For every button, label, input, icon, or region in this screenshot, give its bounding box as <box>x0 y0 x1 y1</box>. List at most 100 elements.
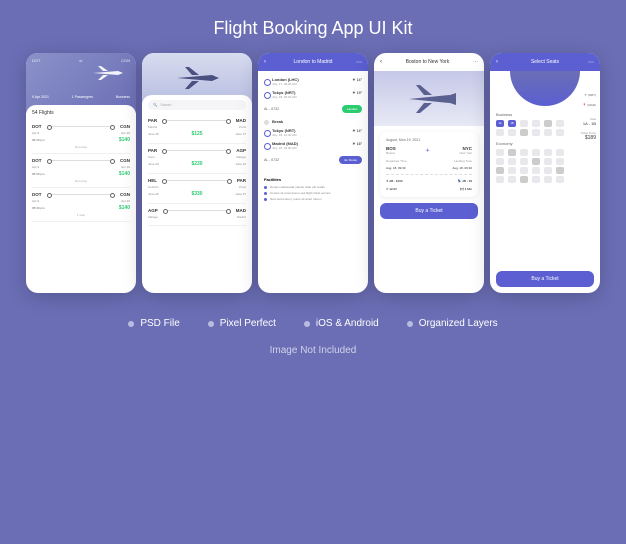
meal-badge: 🍽 4 Min <box>460 187 472 191</box>
search-input[interactable]: 🔍 Search <box>148 100 246 110</box>
seat[interactable] <box>556 129 564 136</box>
seat[interactable] <box>520 167 528 174</box>
weather-icon: ☀ <box>352 128 356 133</box>
seat[interactable] <box>556 176 564 183</box>
header: ‹ London to Madrid ⋯ <box>258 53 368 71</box>
seat[interactable] <box>532 167 540 174</box>
from-code: DOT <box>32 58 40 63</box>
results-count: 54 Flights <box>32 110 130 120</box>
facilities-heading: Facilities <box>264 177 362 182</box>
flight-card[interactable]: PARAGP ParisMálaga June 23$230June 23 <box>148 144 246 174</box>
business-label: Business <box>496 112 566 117</box>
back-icon[interactable]: ‹ <box>264 59 266 65</box>
flight-number: AL - 6732 <box>264 158 279 162</box>
facility-item: Donec malesuada mauris vitae elit mattis <box>264 185 362 189</box>
seat[interactable] <box>508 149 516 156</box>
date-label: 9 Apr 2021 <box>32 95 49 99</box>
seat[interactable] <box>556 167 564 174</box>
seat[interactable] <box>544 129 552 136</box>
seat[interactable] <box>556 120 564 127</box>
plane-icon: ✈ <box>585 93 588 97</box>
feature-item: Organized Layers <box>407 318 498 329</box>
seat[interactable] <box>520 149 528 156</box>
seat[interactable] <box>520 129 528 136</box>
seat[interactable] <box>508 176 516 183</box>
pin-icon: 📍 <box>583 103 587 107</box>
search-icon: 🔍 <box>153 103 157 107</box>
ticket-card: August, Mon 19, 2021 BOS Boston ✈ NYC Ne… <box>380 132 478 197</box>
seat[interactable] <box>532 158 540 165</box>
seat[interactable] <box>520 176 528 183</box>
seat[interactable] <box>496 167 504 174</box>
back-icon[interactable]: ‹ <box>380 59 382 65</box>
disclaimer: Image Not Included <box>0 341 626 356</box>
airplane-icon <box>88 63 128 83</box>
facility-item: Nam fermentum, purus sit amet rutrum <box>264 197 362 201</box>
screen-ticket-detail: ‹ Boston to New York ⋯ August, Mon 19, 2… <box>374 53 484 293</box>
seat[interactable] <box>544 167 552 174</box>
timeline-stop: London (LHC) July, 17. 08:30 AM ☀ 14° <box>264 77 362 86</box>
screen-flight-status: ‹ London to Madrid ⋯ London (LHC) July, … <box>258 53 368 293</box>
route-title: London to Madrid <box>294 59 333 65</box>
more-icon[interactable]: ⋯ <box>588 59 594 66</box>
seat[interactable]: 1A <box>496 120 504 127</box>
flight-card[interactable]: DOTCGN Apr 9Apr 10 05:30 pm$140 Non-stop <box>32 120 130 154</box>
screens-container: DOT ⇄ CGN 9 Apr 2021 1 Passengers Busine… <box>0 53 626 293</box>
seat[interactable] <box>520 158 528 165</box>
airplane-icon <box>167 63 227 93</box>
seat-grid-business: 1A 1B <box>496 120 566 136</box>
break-label: Break <box>264 115 362 128</box>
seat[interactable]: 1B <box>508 120 516 127</box>
more-icon[interactable]: ⋯ <box>473 59 478 65</box>
seat[interactable] <box>532 176 540 183</box>
passengers-label: 1 Passengers <box>72 95 93 99</box>
buy-ticket-button[interactable]: Buy a Ticket <box>496 271 594 287</box>
class-label: Business <box>116 95 130 99</box>
feature-item: Pixel Perfect <box>208 318 276 329</box>
seat[interactable] <box>496 129 504 136</box>
flight-card[interactable]: PARMAD MadridParis June 15$125June 17 <box>148 114 246 144</box>
date-label: August, Mon 19, 2021 <box>386 138 472 142</box>
seat[interactable] <box>556 158 564 165</box>
flight-card[interactable]: DOTCGN Apr 9Apr 10 05:30 pm$140 Non-stop <box>32 154 130 188</box>
seat[interactable] <box>556 149 564 156</box>
seat-side-panel: ✈ (NRT) 📍 (MAD) Seat 1A - 1B Ticket Pric… <box>568 93 596 141</box>
flight-badge: ✈ AB - 1003 <box>386 179 403 183</box>
seat[interactable] <box>496 176 504 183</box>
seat[interactable] <box>544 176 552 183</box>
seat[interactable] <box>532 149 540 156</box>
seat[interactable] <box>544 149 552 156</box>
facility-item: Cursus sit amet ipsum sed flight ticket … <box>264 191 362 195</box>
buy-ticket-button[interactable]: Buy a Ticket <box>380 203 478 219</box>
header: ‹ Select Seats ⋯ <box>490 53 600 71</box>
weather-icon: ☀ <box>352 141 356 146</box>
seat[interactable] <box>508 158 516 165</box>
more-icon[interactable]: ⋯ <box>356 59 362 66</box>
feature-item: PSD File <box>128 318 179 329</box>
seat[interactable] <box>508 167 516 174</box>
economy-label: Economy <box>496 141 566 146</box>
duration-badge: ⏱ 12:03 <box>386 187 397 191</box>
flight-card[interactable]: AGPMAD MálagaMadrid <box>148 204 246 226</box>
feature-item: iOS & Android <box>304 318 379 329</box>
flight-card[interactable]: HELPAR HelsinkiParis June 25$330June 27 <box>148 174 246 204</box>
back-icon[interactable]: ‹ <box>496 59 498 65</box>
seat[interactable] <box>544 120 552 127</box>
seat-badge: 💺 2B - 39 <box>458 179 472 183</box>
status-pill: En Route <box>339 156 362 164</box>
flight-number: AL - 6732 <box>264 107 279 111</box>
screen-flight-list: DOT ⇄ CGN 9 Apr 2021 1 Passengers Busine… <box>26 53 136 293</box>
seat[interactable] <box>496 158 504 165</box>
seat[interactable] <box>520 120 528 127</box>
weather-icon: ☀ <box>352 77 356 82</box>
seat[interactable] <box>544 158 552 165</box>
screen-search-results: 🔍 Search PARMAD MadridParis June 15$125J… <box>142 53 252 293</box>
seat[interactable] <box>508 129 516 136</box>
timeline-stop: Tokyo (NRT) July, 18. 10:30 AM ☀ 14° <box>264 128 362 137</box>
seat[interactable] <box>532 120 540 127</box>
seat[interactable] <box>496 149 504 156</box>
features-list: PSD File Pixel Perfect iOS & Android Org… <box>0 293 626 341</box>
seat[interactable] <box>532 129 540 136</box>
flight-card[interactable]: DOTCGN Apr 9Apr 10 05:30 pm$140 1 stop <box>32 188 130 222</box>
weather-icon: ☀ <box>352 90 356 95</box>
